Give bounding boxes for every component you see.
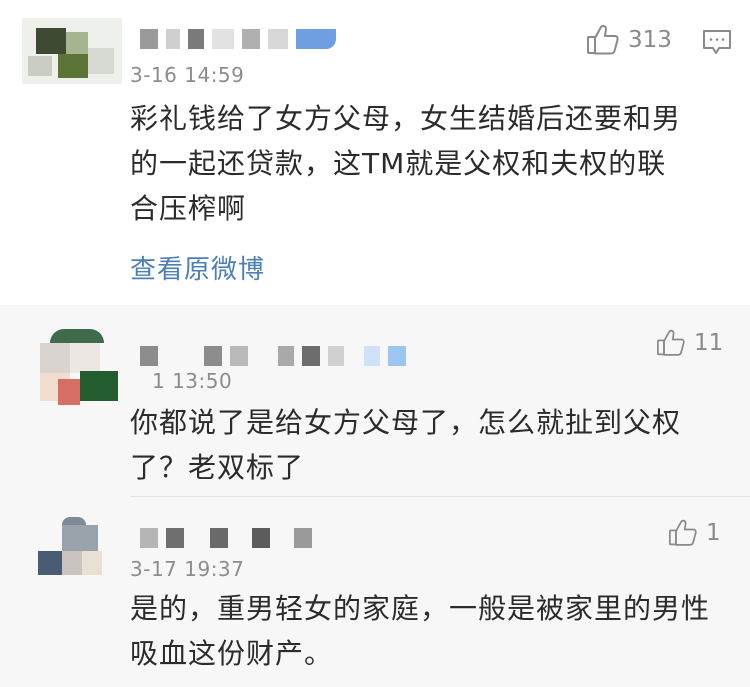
comment-text: 是的，重男轻女的家庭，一般是被家里的男性 吸血这份财产。 (130, 586, 740, 676)
like-count: 11 (694, 330, 724, 356)
comment-time: 3-16 14:59 (130, 63, 245, 87)
main-comment: 3-16 14:59 313 彩礼钱给了女方父母，女生结婚后还要和男 的一起还贷… (0, 0, 750, 305)
like-button[interactable]: 11 (656, 329, 723, 357)
comment-text: 你都说了是给女方父母了，怎么就扯到父权 了？老双标了 (130, 400, 730, 490)
comment-time: 1 13:50 (152, 369, 233, 393)
like-button[interactable]: 1 (668, 519, 721, 547)
comment-text-line: 吸血这份财产。 (130, 637, 334, 670)
comment-icon[interactable] (702, 28, 732, 60)
thumbs-up-icon (586, 24, 620, 56)
thumbs-up-icon (656, 329, 686, 357)
comment-time: 3-17 19:37 (130, 557, 245, 581)
comment-text-line: 的一起还贷款，这TM就是父权和夫权的联 (130, 147, 667, 180)
like-count: 1 (706, 520, 721, 546)
comment-text-line: 是的，重男轻女的家庭，一般是被家里的男性 (130, 592, 711, 625)
replies-section: 1 13:50 11 你都说了是给女方父母了，怎么就扯到父权 了？老双标了 3-… (0, 305, 750, 687)
comment-text: 彩礼钱给了女方父母，女生结婚后还要和男 的一起还贷款，这TM就是父权和夫权的联 … (130, 96, 730, 231)
username[interactable] (140, 26, 336, 52)
comment-thread: 3-16 14:59 313 彩礼钱给了女方父母，女生结婚后还要和男 的一起还贷… (0, 0, 750, 687)
avatar[interactable] (22, 18, 122, 84)
like-count: 313 (628, 27, 672, 53)
comment-text-line: 了？老双标了 (130, 451, 305, 484)
avatar[interactable] (36, 329, 118, 411)
divider (130, 496, 750, 497)
thumbs-up-icon (668, 519, 698, 547)
username[interactable] (140, 525, 312, 551)
comment-text-line: 彩礼钱给了女方父母，女生结婚后还要和男 (130, 102, 682, 135)
avatar[interactable] (38, 515, 102, 579)
like-button[interactable]: 313 (586, 24, 672, 56)
comment-text-line: 你都说了是给女方父母了，怎么就扯到父权 (130, 406, 682, 439)
view-original-link[interactable]: 查看原微博 (130, 249, 265, 286)
username[interactable] (140, 343, 406, 369)
comment-text-line: 合压榨啊 (130, 192, 247, 225)
